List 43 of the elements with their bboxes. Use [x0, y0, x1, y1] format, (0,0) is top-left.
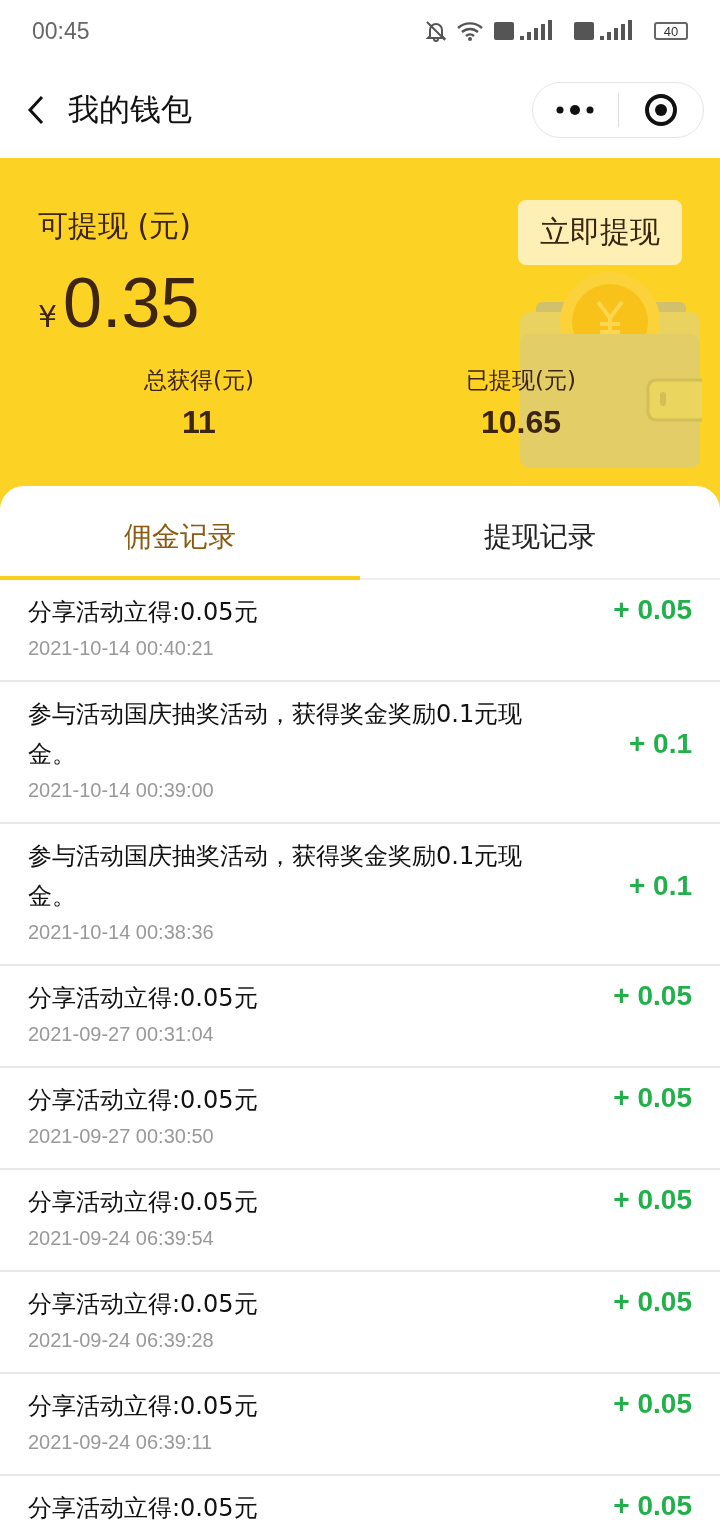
record-amount: + 0.1 [628, 870, 692, 902]
record-time: 2021-10-14 00:39:00 [28, 778, 215, 803]
back-icon[interactable] [26, 94, 46, 126]
record-title: 分享活动立得:0.05元 [28, 1493, 259, 1524]
record-amount: + 0.05 [613, 980, 692, 1012]
available-label: 可提现 (元) [38, 207, 191, 245]
record-amount: + 0.1 [628, 728, 692, 760]
record-amount: + 0.05 [613, 1388, 692, 1420]
record-time: 2021-09-24 06:39:54 [28, 1226, 215, 1251]
record-title: 参与活动国庆抽奖活动，获得奖金奖励0.1元现金。 [28, 699, 524, 770]
status-time: 00:45 [32, 17, 90, 45]
record-tab[interactable]: 提现记录 [360, 486, 720, 580]
record-amount: + 0.05 [613, 594, 692, 626]
record-amount: + 0.05 [613, 1286, 692, 1318]
record-amount: + 0.05 [613, 1082, 692, 1114]
currency-symbol: ¥ [38, 299, 58, 334]
bell-off-icon [424, 19, 448, 43]
record-time: 2021-10-14 00:38:36 [28, 920, 215, 945]
more-icon[interactable] [555, 103, 596, 117]
withdraw-button[interactable]: 立即提现 [518, 200, 682, 265]
record-time: 2021-09-24 06:39:11 [28, 1430, 214, 1455]
stat-value: 11 [182, 404, 216, 441]
record-title: 分享活动立得:0.05元 [28, 1085, 259, 1116]
record-amount: + 0.05 [613, 1184, 692, 1216]
stat-label: 总获得(元) [144, 366, 254, 395]
record-amount: + 0.05 [613, 1490, 692, 1522]
record-time: 2021-09-27 00:31:04 [28, 1022, 215, 1047]
record-time: 2021-09-24 06:39:28 [28, 1328, 215, 1353]
record-title: 分享活动立得:0.05元 [28, 1391, 259, 1422]
record-title: 分享活动立得:0.05元 [28, 1187, 259, 1218]
record-time: 2021-10-14 00:40:21 [28, 636, 215, 661]
record-time: 2021-09-27 00:30:50 [28, 1124, 215, 1149]
record-title: 分享活动立得:0.05元 [28, 1289, 259, 1320]
record-title: 分享活动立得:0.05元 [28, 597, 259, 628]
battery-indicator: 40 [654, 22, 688, 40]
close-icon[interactable] [643, 93, 678, 127]
record-title: 分享活动立得:0.05元 [28, 983, 259, 1014]
record-tab[interactable]: 佣金记录 [0, 486, 360, 580]
page-title: 我的钱包 [68, 90, 193, 129]
record-title: 参与活动国庆抽奖活动，获得奖金奖励0.1元现金。 [28, 841, 524, 912]
stat-label: 已提现(元) [466, 366, 576, 395]
available-amount: 0.35 [63, 263, 200, 343]
stat-value: 10.65 [480, 404, 562, 441]
